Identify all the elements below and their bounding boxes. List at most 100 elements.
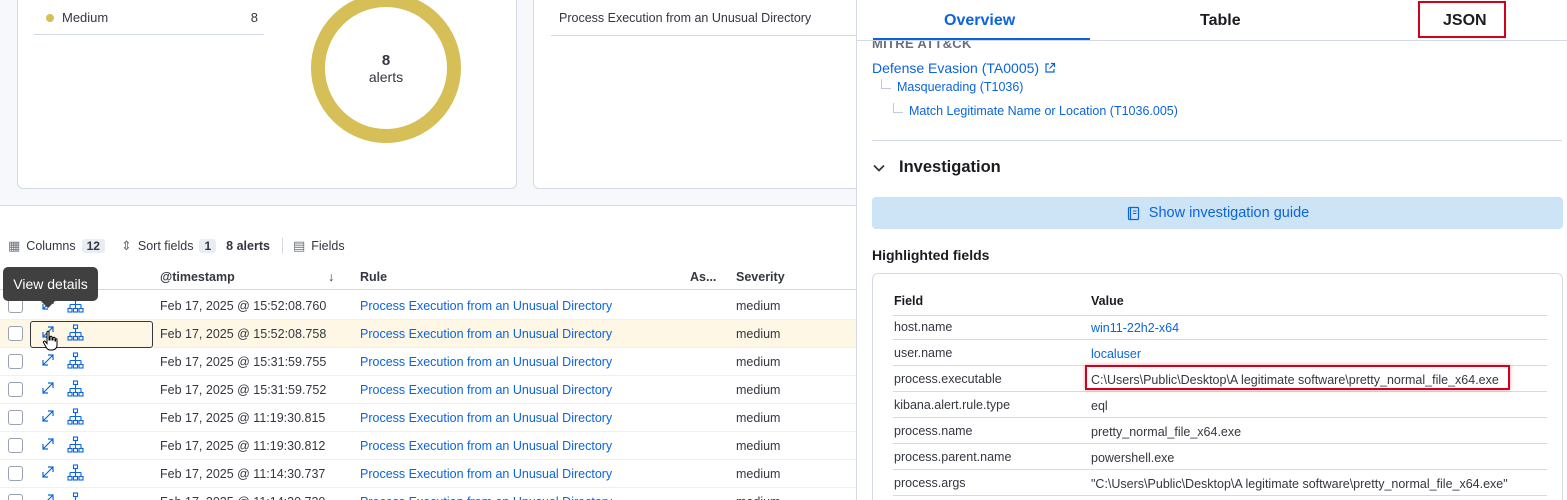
- cell-timestamp: Feb 17, 2025 @ 11:14:30.737: [160, 467, 326, 481]
- columns-label: Columns: [26, 239, 76, 253]
- cell-rule-link[interactable]: Process Execution from an Unusual Direct…: [360, 411, 612, 425]
- field-name: host.name: [894, 320, 953, 334]
- row-checkbox[interactable]: [8, 382, 23, 397]
- analyze-event-icon[interactable]: [67, 464, 84, 481]
- sort-fields-button[interactable]: ⇕ Sort fields 1: [120, 238, 217, 254]
- view-details-tooltip: View details: [3, 267, 98, 301]
- rule-summary-card: Process Execution from an Unusual Direct…: [533, 0, 873, 189]
- row-checkbox[interactable]: [8, 438, 23, 453]
- column-assignees[interactable]: As...: [690, 270, 716, 284]
- expand-details-icon[interactable]: [40, 436, 56, 452]
- mitre-tactic-label: Defense Evasion (TA0005): [872, 60, 1040, 76]
- column-value: Value: [1091, 294, 1124, 308]
- show-investigation-guide-button[interactable]: Show investigation guide: [872, 197, 1563, 229]
- field-value: "C:\Users\Public\Desktop\A legitimate so…: [1091, 477, 1508, 491]
- cell-rule-link[interactable]: Process Execution from an Unusual Direct…: [360, 439, 612, 453]
- row-checkbox[interactable]: [8, 326, 23, 341]
- cell-severity: medium: [736, 299, 781, 313]
- expand-details-icon[interactable]: [40, 352, 56, 368]
- alerts-table-header: @timestamp ↓ Rule As... Severity: [0, 264, 856, 290]
- analyze-event-icon[interactable]: [67, 352, 84, 369]
- fields-label: Fields: [311, 239, 345, 253]
- highlighted-fields-table: Field Value host.name win11-22h2-x64 user.…: [872, 273, 1563, 500]
- analyze-event-icon[interactable]: [67, 408, 84, 425]
- fields-icon: ▤: [292, 238, 306, 253]
- table-row[interactable]: Feb 17, 2025 @ 11:14:30.730 Process Execu…: [0, 488, 856, 500]
- columns-count: 12: [81, 239, 105, 253]
- tree-connector: [893, 103, 903, 113]
- rule-summary-item[interactable]: Process Execution from an Unusual Direct…: [551, 1, 871, 36]
- field-value[interactable]: localuser: [1091, 347, 1141, 361]
- cell-timestamp: Feb 17, 2025 @ 15:31:59.752: [160, 383, 327, 397]
- tab-overview[interactable]: Overview: [944, 12, 1015, 30]
- cell-severity: medium: [736, 439, 781, 453]
- highlighted-field-row: process.parent.name powershell.exe: [893, 444, 1547, 470]
- chevron-down-icon: [873, 164, 885, 172]
- cell-timestamp: Feb 17, 2025 @ 15:52:08.758: [160, 327, 327, 341]
- guide-button-label: Show investigation guide: [1148, 205, 1310, 221]
- cell-timestamp: Feb 17, 2025 @ 11:19:30.812: [160, 439, 326, 453]
- cell-severity: medium: [736, 495, 780, 500]
- table-row[interactable]: Feb 17, 2025 @ 11:14:30.737 Process Execu…: [0, 460, 856, 488]
- table-row[interactable]: Feb 17, 2025 @ 15:31:59.755 Process Execu…: [0, 348, 856, 376]
- row-checkbox[interactable]: [8, 410, 23, 425]
- severity-legend-medium[interactable]: Medium 8: [34, 1, 264, 35]
- row-checkbox[interactable]: [8, 494, 23, 500]
- external-link-icon: [1045, 62, 1056, 73]
- severity-label: Medium: [62, 10, 109, 25]
- field-name: process.parent.name: [894, 450, 1012, 464]
- row-checkbox[interactable]: [8, 466, 23, 481]
- column-severity[interactable]: Severity: [736, 270, 785, 284]
- sort-icon: ⇕: [120, 238, 132, 253]
- cell-rule-link[interactable]: Process Execution from an Unusual Direct…: [360, 327, 612, 341]
- table-row[interactable]: Feb 17, 2025 @ 11:19:30.815 Process Execu…: [0, 404, 856, 432]
- highlighted-field-row: host.name win11-22h2-x64: [893, 314, 1547, 340]
- expand-details-icon[interactable]: [40, 492, 56, 500]
- highlighted-field-row: process.name pretty_normal_file_x64.exe: [893, 418, 1547, 444]
- analyze-event-icon[interactable]: [67, 380, 84, 397]
- expand-details-icon[interactable]: [40, 408, 56, 424]
- cell-timestamp: Feb 17, 2025 @ 11:14:30.730: [160, 495, 325, 500]
- mitre-subtechnique-link[interactable]: Match Legitimate Name or Location (T1036…: [893, 103, 1178, 118]
- mitre-technique-label: Masquerading (T1036): [897, 80, 1024, 94]
- expand-details-icon[interactable]: [40, 380, 56, 396]
- analyze-event-icon[interactable]: [67, 436, 84, 453]
- expand-details-icon[interactable]: [40, 464, 56, 480]
- cell-severity: medium: [736, 411, 781, 425]
- toolbar-divider: [281, 238, 283, 254]
- alerts-page: Medium 8 8 alerts Process Execution from…: [0, 0, 873, 500]
- columns-button[interactable]: ▦ Columns 12: [8, 238, 105, 254]
- mitre-tactic-link[interactable]: Defense Evasion (TA0005): [872, 60, 1056, 76]
- highlighted-field-row: kibana.alert.rule.type eql: [893, 392, 1547, 418]
- mitre-technique-link[interactable]: Masquerading (T1036): [881, 79, 1024, 94]
- table-row[interactable]: Feb 17, 2025 @ 11:19:30.812 Process Execu…: [0, 432, 856, 460]
- column-rule[interactable]: Rule: [360, 270, 387, 284]
- column-field: Field: [894, 294, 924, 308]
- analyze-event-icon[interactable]: [67, 492, 84, 500]
- alerts-count: 8 alerts: [226, 239, 270, 253]
- alert-details-flyout: Overview Table JSON MITRE ATT&CK Defense…: [856, 0, 1567, 500]
- field-name: process.executable: [894, 372, 1002, 386]
- cell-rule-link[interactable]: Process Execution from an Unusual Direct…: [360, 383, 612, 397]
- cell-rule-link[interactable]: Process Execution from an Unusual Direct…: [360, 467, 612, 481]
- field-name: process.name: [894, 424, 973, 438]
- fields-button[interactable]: ▤ Fields: [293, 238, 345, 254]
- highlighted-fields-title: Highlighted fields: [872, 247, 990, 263]
- column-timestamp[interactable]: @timestamp: [160, 270, 235, 284]
- cell-rule-link[interactable]: Process Execution from an Unusual Direct…: [360, 299, 612, 313]
- section-divider: [872, 140, 1562, 141]
- field-name: process.args: [894, 476, 966, 490]
- table-row[interactable]: Feb 17, 2025 @ 15:52:08.760 Process Execu…: [0, 292, 856, 320]
- row-checkbox[interactable]: [8, 354, 23, 369]
- table-row[interactable]: Feb 17, 2025 @ 15:31:59.752 Process Execu…: [0, 376, 856, 404]
- cell-timestamp: Feb 17, 2025 @ 15:31:59.755: [160, 355, 327, 369]
- field-value[interactable]: win11-22h2-x64: [1091, 321, 1179, 335]
- cell-rule-link[interactable]: Process Execution from an Unusual Direct…: [360, 355, 612, 369]
- investigation-section-toggle[interactable]: Investigation: [872, 158, 1001, 177]
- severity-summary-card: Medium 8 8 alerts: [17, 0, 517, 189]
- highlighted-fields-header: Field Value: [893, 294, 1547, 316]
- tree-connector: [881, 79, 891, 89]
- cell-rule-link[interactable]: Process Execution from an Unusual Direct…: [360, 495, 612, 500]
- sort-desc-icon[interactable]: ↓: [328, 270, 334, 284]
- tab-table[interactable]: Table: [1200, 12, 1241, 30]
